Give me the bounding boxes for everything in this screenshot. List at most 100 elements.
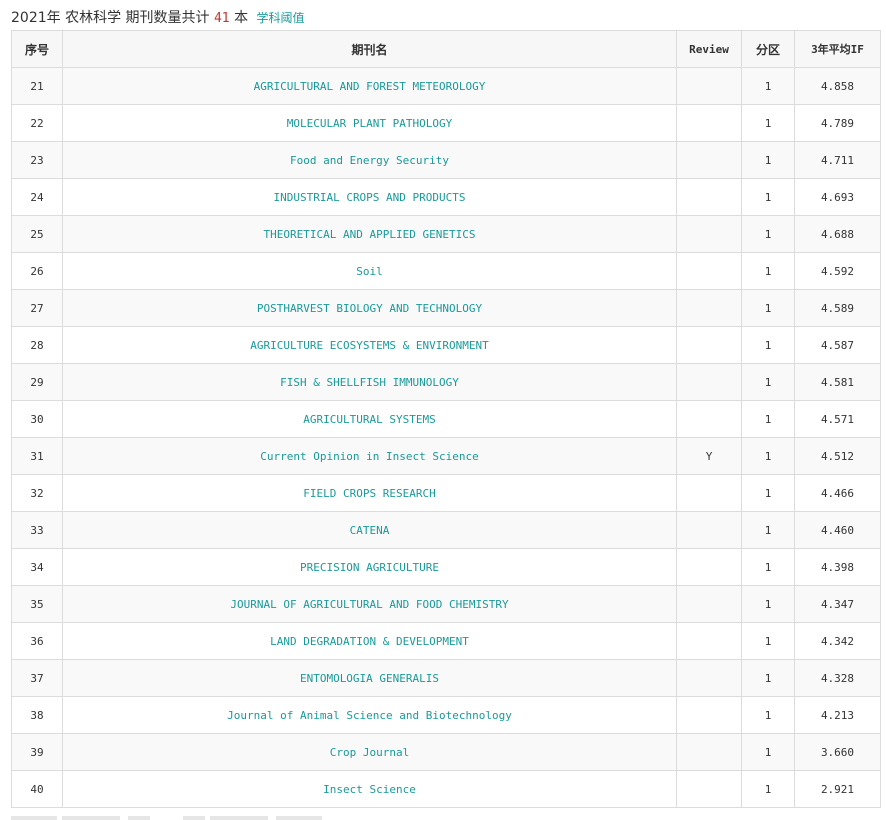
table-row: 27 POSTHARVEST BIOLOGY AND TECHNOLOGY 1 4.5… — [11, 289, 881, 327]
review-flag — [676, 252, 742, 290]
caption-unit: 本 — [234, 10, 249, 26]
journal-table: 序号 期刊名 Review 分区 3年平均IF 21 AGRICULTURAL A… — [11, 30, 881, 808]
row-index: 26 — [11, 252, 63, 290]
review-flag — [676, 585, 742, 623]
impact-factor-cell: 4.466 — [794, 474, 881, 512]
journal-name-link[interactable]: FIELD CROPS RESEARCH — [62, 474, 677, 512]
row-index: 36 — [11, 622, 63, 660]
next-table-top-edge — [183, 816, 205, 820]
row-index: 24 — [11, 178, 63, 216]
row-index: 25 — [11, 215, 63, 253]
impact-factor-cell: 4.328 — [794, 659, 881, 697]
zone-cell: 1 — [741, 511, 795, 549]
table-row: 39 Crop Journal 1 3.660 — [11, 733, 881, 771]
row-index: 38 — [11, 696, 63, 734]
journal-name-link[interactable]: AGRICULTURAL SYSTEMS — [62, 400, 677, 438]
next-table-top-edge — [276, 816, 322, 820]
review-flag — [676, 696, 742, 734]
impact-factor-cell: 4.398 — [794, 548, 881, 586]
row-index: 22 — [11, 104, 63, 142]
review-flag — [676, 511, 742, 549]
table-row: 33 CATENA 1 4.460 — [11, 511, 881, 549]
journal-name-link[interactable]: PRECISION AGRICULTURE — [62, 548, 677, 586]
journal-name-link[interactable]: FISH & SHELLFISH IMMUNOLOGY — [62, 363, 677, 401]
impact-factor-cell: 4.571 — [794, 400, 881, 438]
review-flag — [676, 548, 742, 586]
journal-name-link[interactable]: ENTOMOLOGIA GENERALIS — [62, 659, 677, 697]
row-index: 27 — [11, 289, 63, 327]
impact-factor-cell: 4.592 — [794, 252, 881, 290]
review-flag — [676, 622, 742, 660]
table-row: 21 AGRICULTURAL AND FOREST METEOROLOGY 1 4.… — [11, 67, 881, 105]
zone-cell: 1 — [741, 474, 795, 512]
row-index: 31 — [11, 437, 63, 475]
impact-factor-cell: 4.512 — [794, 437, 881, 475]
journal-name-link[interactable]: AGRICULTURAL AND FOREST METEOROLOGY — [62, 67, 677, 105]
impact-factor-cell: 3.660 — [794, 733, 881, 771]
journal-name-link[interactable]: INDUSTRIAL CROPS AND PRODUCTS — [62, 178, 677, 216]
table-row: 37 ENTOMOLOGIA GENERALIS 1 4.328 — [11, 659, 881, 697]
journal-name-link[interactable]: Soil — [62, 252, 677, 290]
review-flag — [676, 289, 742, 327]
next-table-top-edge — [210, 816, 268, 820]
row-index: 35 — [11, 585, 63, 623]
review-flag — [676, 215, 742, 253]
review-flag — [676, 141, 742, 179]
impact-factor-cell: 4.342 — [794, 622, 881, 660]
table-row: 29 FISH & SHELLFISH IMMUNOLOGY 1 4.581 — [11, 363, 881, 401]
next-table-top-edge — [11, 816, 57, 820]
journal-name-link[interactable]: Crop Journal — [62, 733, 677, 771]
review-flag: Y — [676, 437, 742, 475]
table-row: 34 PRECISION AGRICULTURE 1 4.398 — [11, 548, 881, 586]
table-row: 38 Journal of Animal Science and Biotechn… — [11, 696, 881, 734]
impact-factor-cell: 4.587 — [794, 326, 881, 364]
journal-name-link[interactable]: MOLECULAR PLANT PATHOLOGY — [62, 104, 677, 142]
table-row: 22 MOLECULAR PLANT PATHOLOGY 1 4.789 — [11, 104, 881, 142]
zone-cell: 1 — [741, 400, 795, 438]
zone-cell: 1 — [741, 659, 795, 697]
journal-name-link[interactable]: AGRICULTURE ECOSYSTEMS & ENVIRONMENT — [62, 326, 677, 364]
zone-cell: 1 — [741, 252, 795, 290]
table-row: 32 FIELD CROPS RESEARCH 1 4.466 — [11, 474, 881, 512]
journal-name-link[interactable]: POSTHARVEST BIOLOGY AND TECHNOLOGY — [62, 289, 677, 327]
zone-cell: 1 — [741, 289, 795, 327]
review-flag — [676, 326, 742, 364]
journal-name-link[interactable]: THEORETICAL AND APPLIED GENETICS — [62, 215, 677, 253]
journal-name-link[interactable]: Food and Energy Security — [62, 141, 677, 179]
table-row: 23 Food and Energy Security 1 4.711 — [11, 141, 881, 179]
row-index: 29 — [11, 363, 63, 401]
zone-cell: 1 — [741, 585, 795, 623]
table-row: 25 THEORETICAL AND APPLIED GENETICS 1 4.688 — [11, 215, 881, 253]
row-index: 33 — [11, 511, 63, 549]
table-row: 28 AGRICULTURE ECOSYSTEMS & ENVIRONMENT 1 4… — [11, 326, 881, 364]
zone-cell: 1 — [741, 141, 795, 179]
impact-factor-cell: 4.347 — [794, 585, 881, 623]
caption-prefix: 2021年 农林科学 期刊数量共计 — [11, 10, 210, 26]
journal-name-link[interactable]: Journal of Animal Science and Biotechnol… — [62, 696, 677, 734]
review-flag — [676, 178, 742, 216]
zone-cell: 1 — [741, 363, 795, 401]
subject-threshold-link[interactable]: 学科阈值 — [257, 11, 305, 25]
impact-factor-cell: 4.858 — [794, 67, 881, 105]
table-row: 31 Current Opinion in Insect Science Y 1 4.5… — [11, 437, 881, 475]
zone-cell: 1 — [741, 696, 795, 734]
review-flag — [676, 770, 742, 808]
zone-cell: 1 — [741, 326, 795, 364]
header-journal: 期刊名 — [62, 30, 677, 68]
table-caption: 2021年 农林科学 期刊数量共计 41 本 学科阈值 — [11, 6, 305, 30]
zone-cell: 1 — [741, 770, 795, 808]
review-flag — [676, 67, 742, 105]
review-flag — [676, 733, 742, 771]
journal-name-link[interactable]: CATENA — [62, 511, 677, 549]
impact-factor-cell: 4.693 — [794, 178, 881, 216]
review-flag — [676, 363, 742, 401]
table-row: 36 LAND DEGRADATION & DEVELOPMENT 1 4.342 — [11, 622, 881, 660]
zone-cell: 1 — [741, 67, 795, 105]
journal-name-link[interactable]: LAND DEGRADATION & DEVELOPMENT — [62, 622, 677, 660]
row-index: 23 — [11, 141, 63, 179]
journal-name-link[interactable]: Current Opinion in Insect Science — [62, 437, 677, 475]
header-zone: 分区 — [741, 30, 795, 68]
journal-name-link[interactable]: Insect Science — [62, 770, 677, 808]
row-index: 28 — [11, 326, 63, 364]
journal-name-link[interactable]: JOURNAL OF AGRICULTURAL AND FOOD CHEMIST… — [62, 585, 677, 623]
